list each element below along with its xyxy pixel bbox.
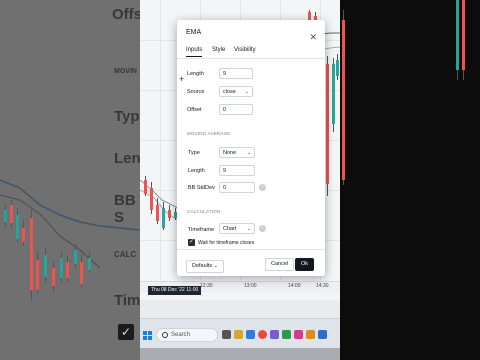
footer-divider bbox=[177, 249, 325, 250]
source-select[interactable]: close ⌄ bbox=[219, 86, 253, 97]
search-icon bbox=[162, 332, 168, 338]
info-icon[interactable]: i bbox=[259, 225, 266, 232]
bg-text-offset: Offs bbox=[112, 6, 140, 23]
file-explorer-icon[interactable] bbox=[234, 330, 243, 339]
offset-input[interactable]: 0 bbox=[219, 104, 253, 115]
candle-body bbox=[456, 0, 459, 70]
bg-text-time: Tim bbox=[114, 292, 140, 309]
time-tick: 14:30 bbox=[316, 283, 329, 289]
taskbar-search[interactable]: Search bbox=[156, 328, 218, 342]
candle-body bbox=[66, 262, 69, 278]
tab-visibility[interactable]: Visibility bbox=[234, 47, 256, 53]
indicator-settings-dialog: EMA ✕ Inputs Style Visibility Length 9 S… bbox=[177, 20, 325, 276]
edge-icon[interactable] bbox=[246, 330, 255, 339]
candle-body bbox=[80, 262, 83, 284]
chevron-down-icon: ⌄ bbox=[246, 150, 251, 156]
section-calculation: CALCULATION bbox=[187, 209, 221, 214]
candle-body bbox=[36, 260, 39, 290]
task-view-icon[interactable] bbox=[222, 330, 231, 339]
defaults-label: Defaults bbox=[192, 263, 213, 269]
bg-text-moving: MOVIN bbox=[114, 68, 137, 75]
candle-body bbox=[52, 268, 55, 286]
offset-label: Offset bbox=[187, 107, 202, 113]
candle-body bbox=[168, 210, 171, 218]
app-icon[interactable] bbox=[294, 330, 303, 339]
wait-for-timeframe-label: Wait for timeframe closes bbox=[198, 240, 255, 246]
timeframe-value: Chart bbox=[223, 226, 237, 232]
chevron-down-icon: ⌄ bbox=[213, 263, 218, 269]
chevron-down-icon: ⌄ bbox=[246, 226, 251, 232]
candle-body bbox=[462, 0, 465, 70]
app-icon[interactable] bbox=[306, 330, 315, 339]
windows-start-icon[interactable] bbox=[143, 331, 152, 340]
time-tick: 12:30 bbox=[200, 283, 213, 289]
app-icon[interactable] bbox=[318, 330, 327, 339]
app-icon[interactable] bbox=[282, 330, 291, 339]
candle-body bbox=[336, 60, 339, 76]
candle-body bbox=[16, 215, 19, 239]
candle-body bbox=[332, 64, 335, 124]
candle-body bbox=[88, 258, 91, 270]
close-icon[interactable]: ✕ bbox=[309, 33, 317, 42]
candle-body bbox=[74, 250, 77, 264]
chevron-down-icon: ⌄ bbox=[244, 89, 249, 95]
section-moving-average: MOVING AVERAGE bbox=[187, 131, 231, 136]
blurred-backdrop-right bbox=[340, 0, 480, 360]
source-label: Source bbox=[187, 89, 205, 95]
ma-type-select[interactable]: None ⌄ bbox=[219, 147, 255, 158]
blurred-backdrop-left: Offs MOVIN Type Len BB S CALC Tim ✓ bbox=[0, 0, 140, 360]
candle-body bbox=[162, 208, 165, 228]
source-value: close bbox=[223, 89, 236, 95]
info-icon[interactable]: i bbox=[259, 184, 266, 191]
time-tick: 14:00 bbox=[288, 283, 301, 289]
defaults-button[interactable]: Defaults ⌄ bbox=[186, 260, 224, 273]
length-label: Length bbox=[187, 71, 204, 77]
ma-length-input[interactable]: 9 bbox=[219, 165, 255, 176]
candle-body bbox=[60, 258, 63, 278]
bg-text-bb: BB S bbox=[114, 192, 136, 226]
bb-stddev-input[interactable]: 0 bbox=[219, 182, 255, 193]
candle-body bbox=[4, 210, 7, 222]
candle-body bbox=[22, 228, 25, 242]
crosshair-time-label: Thu 08 Dec '22 11:00 bbox=[148, 286, 202, 295]
bg-text-length: Len bbox=[114, 150, 140, 167]
ok-button[interactable]: Ok bbox=[295, 258, 315, 271]
tab-inputs[interactable]: Inputs bbox=[186, 47, 203, 57]
ma-type-value: None bbox=[223, 150, 237, 156]
search-placeholder: Search bbox=[171, 332, 191, 338]
monitor-screen: 12:30 13:00 14:00 14:30 Thu 08 Dec '22 1… bbox=[140, 0, 340, 360]
candle-body bbox=[326, 64, 329, 184]
candle-body bbox=[10, 205, 13, 223]
ma-length-label: Length bbox=[188, 168, 205, 174]
bg-text-calc: CALC bbox=[114, 250, 137, 259]
bg-text-type: Type bbox=[114, 108, 140, 125]
dialog-title: EMA bbox=[186, 29, 202, 36]
wait-for-timeframe-checkbox[interactable]: ✓ bbox=[188, 239, 195, 246]
bb-stddev-label: BB StdDev bbox=[188, 185, 215, 191]
length-input[interactable]: 9 bbox=[219, 68, 253, 79]
tab-bar: Inputs Style Visibility bbox=[177, 44, 325, 59]
ma-type-label: Type bbox=[188, 150, 200, 156]
timeframe-select[interactable]: Chart ⌄ bbox=[219, 223, 255, 234]
time-tick: 13:00 bbox=[244, 283, 257, 289]
video-frame: Offs MOVIN Type Len BB S CALC Tim ✓ bbox=[0, 0, 480, 360]
timeframe-label: Timeframe bbox=[188, 227, 215, 233]
candle-body bbox=[44, 255, 47, 277]
cancel-button[interactable]: Cancel bbox=[265, 258, 295, 271]
candle-body bbox=[156, 205, 159, 221]
desk-surface bbox=[140, 348, 340, 360]
candle-body bbox=[150, 188, 153, 210]
app-icon[interactable] bbox=[270, 330, 279, 339]
candle-body bbox=[342, 20, 345, 180]
bg-checkbox: ✓ bbox=[118, 324, 134, 340]
chrome-icon[interactable] bbox=[258, 330, 267, 339]
candle-body bbox=[30, 218, 33, 290]
crosshair-cursor-icon: + bbox=[179, 74, 185, 84]
candle-body bbox=[144, 180, 147, 194]
tab-style[interactable]: Style bbox=[212, 47, 225, 53]
windows-taskbar: Search bbox=[140, 318, 340, 348]
